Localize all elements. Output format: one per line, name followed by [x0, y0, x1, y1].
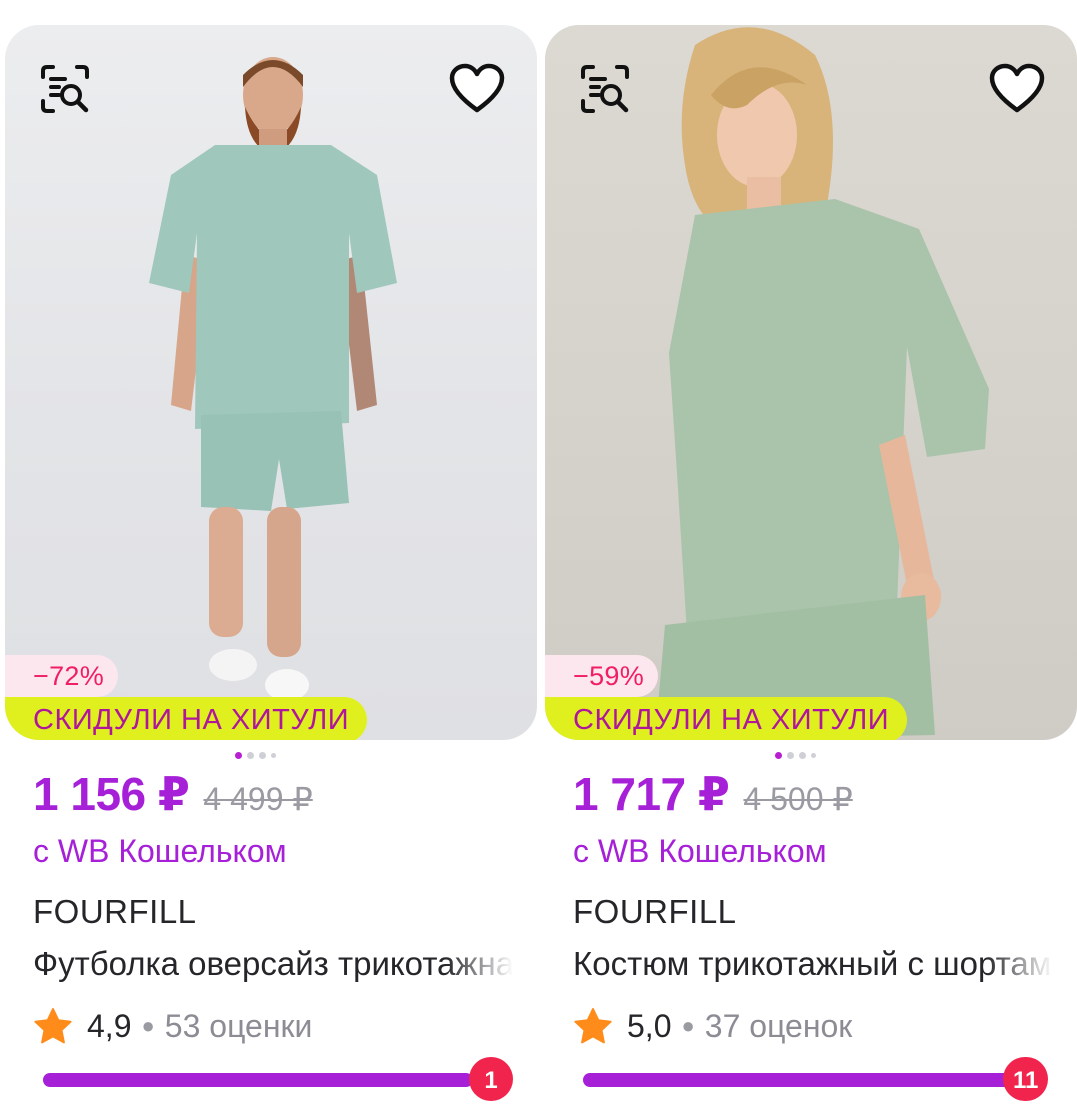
- favorite-button[interactable]: [985, 57, 1049, 121]
- star-icon: [34, 1008, 72, 1044]
- add-to-cart-button[interactable]: [43, 1073, 473, 1087]
- wallet-note: с WB Кошельком: [33, 833, 287, 869]
- image-pagination: [235, 752, 276, 759]
- promo-label: СКИДУЛИ НА ХИТУЛИ: [5, 697, 368, 740]
- heart-outline-icon: [989, 63, 1045, 113]
- pagination-dot-active: [235, 752, 242, 759]
- price-row: 1 717 ₽ 4 500 ₽: [573, 767, 853, 827]
- product-photo[interactable]: −72% СКИДУЛИ НА ХИТУЛИ: [5, 25, 537, 740]
- image-search-icon: [41, 65, 89, 113]
- rating-score: 5,0: [627, 1007, 672, 1044]
- product-image-man-in-sage-set: [149, 57, 397, 701]
- rating-row: 4,9 ● 53 оценки: [33, 1007, 312, 1045]
- pagination-dot: [787, 752, 794, 759]
- image-search-button[interactable]: [33, 57, 97, 121]
- product-photo[interactable]: −59% СКИДУЛИ НА ХИТУЛИ: [545, 25, 1077, 740]
- pagination-dot: [247, 752, 254, 759]
- separator-dot: ●: [141, 1013, 155, 1038]
- rating-row: 5,0 ● 37 оценок: [573, 1007, 852, 1045]
- wallet-note: с WB Кошельком: [573, 833, 827, 869]
- product-image-woman-in-sage-set: [655, 27, 989, 740]
- pagination-dot: [259, 752, 266, 759]
- heart-outline-icon: [449, 63, 505, 113]
- old-price: 4 499 ₽: [203, 781, 313, 817]
- brand-name[interactable]: FOURFILL: [33, 893, 197, 931]
- product-name[interactable]: Костюм трикотажный с шортами: [573, 945, 1053, 989]
- promo-label: СКИДУЛИ НА ХИТУЛИ: [545, 697, 908, 740]
- image-pagination: [775, 752, 816, 759]
- brand-name[interactable]: FOURFILL: [573, 893, 737, 931]
- product-card[interactable]: −59% СКИДУЛИ НА ХИТУЛИ 1 717 ₽ 4 500 ₽ с…: [545, 25, 1077, 1101]
- current-price: 1 717 ₽: [573, 768, 730, 820]
- review-count[interactable]: 53 оценки: [165, 1008, 313, 1045]
- cart-count-badge: 11: [1003, 1057, 1049, 1101]
- star-icon: [574, 1008, 612, 1044]
- pagination-dot: [811, 753, 816, 758]
- old-price: 4 500 ₽: [743, 781, 853, 817]
- rating-score: 4,9: [87, 1007, 132, 1044]
- pagination-dot: [799, 752, 806, 759]
- price-row: 1 156 ₽ 4 499 ₽: [33, 767, 313, 827]
- product-card[interactable]: −72% СКИДУЛИ НА ХИТУЛИ 1 156 ₽ 4 499 ₽ с…: [5, 25, 537, 1101]
- discount-badge: −72%: [5, 655, 119, 697]
- separator-dot: ●: [681, 1013, 695, 1038]
- discount-badge: −59%: [545, 655, 659, 697]
- product-name[interactable]: Футболка оверсайз трикотажная: [33, 945, 513, 989]
- cart-count-badge: 1: [469, 1057, 513, 1101]
- image-search-icon: [581, 65, 629, 113]
- image-search-button[interactable]: [573, 57, 637, 121]
- add-to-cart-button[interactable]: [583, 1073, 1013, 1087]
- review-count[interactable]: 37 оценок: [705, 1008, 853, 1045]
- favorite-button[interactable]: [445, 57, 509, 121]
- pagination-dot: [271, 753, 276, 758]
- pagination-dot-active: [775, 752, 782, 759]
- current-price: 1 156 ₽: [33, 768, 190, 820]
